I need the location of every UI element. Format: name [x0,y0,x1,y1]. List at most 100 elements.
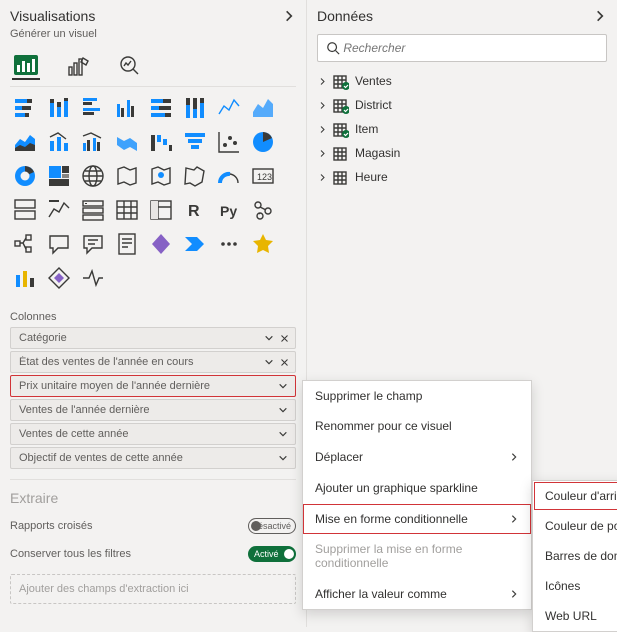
mi-move[interactable]: Déplacer [303,442,531,472]
table-item[interactable]: Heure [317,168,607,186]
format-visual-tab[interactable] [64,52,92,80]
viz-custom-2[interactable] [10,263,40,293]
build-visual-tab[interactable] [12,52,40,80]
field-label: Catégorie [19,332,261,344]
viz-decomposition-tree[interactable] [10,229,40,259]
search-input[interactable] [343,41,598,55]
viz-custom-3[interactable] [44,263,74,293]
field-context-menu: Supprimer le champ Renommer pour ce visu… [302,380,532,610]
field-pill[interactable]: État des ventes de l'année en cours [10,351,296,373]
viz-key-influencers[interactable] [248,195,278,225]
table-item[interactable]: Ventes [317,72,607,90]
table-icon [333,122,349,136]
viz-ribbon[interactable] [112,127,142,157]
search-box[interactable] [317,34,607,62]
viz-stacked-area[interactable] [10,127,40,157]
table-icon [333,146,349,160]
viz-waterfall[interactable] [146,127,176,157]
collapse-viz-icon[interactable] [282,9,296,23]
remove-field-icon[interactable] [277,358,291,367]
viz-kpi[interactable] [44,195,74,225]
mi-show-value-as[interactable]: Afficher la valeur comme [303,579,531,609]
viz-get-more[interactable] [214,229,244,259]
viz-power-automate[interactable] [180,229,210,259]
collapse-data-icon[interactable] [593,9,607,23]
chevron-right-icon [317,77,327,86]
viz-shape-map[interactable] [180,161,210,191]
data-pane-title: Données [317,8,373,24]
field-pill[interactable]: Catégorie [10,327,296,349]
field-pill[interactable]: Objectif de ventes de cette année [10,447,296,469]
table-item[interactable]: Item [317,120,607,138]
viz-pie[interactable] [248,127,278,157]
viz-power-apps[interactable] [146,229,176,259]
chevron-down-icon[interactable] [275,381,291,391]
mi-font-color[interactable]: Couleur de police [533,511,617,541]
chevron-down-icon[interactable] [261,333,277,343]
analytics-tab[interactable] [116,52,144,80]
viz-area[interactable] [248,93,278,123]
table-item[interactable]: Magasin [317,144,607,162]
viz-scatter[interactable] [214,127,244,157]
columns-well: Catégorie État des ventes de l'année en c… [10,327,296,469]
viz-stacked-bar[interactable] [10,93,40,123]
mi-rename[interactable]: Renommer pour ce visuel [303,411,531,441]
svg-text:R: R [188,203,200,220]
viz-python[interactable]: Py [214,195,244,225]
keep-filters-toggle[interactable]: Activé [248,546,296,562]
viz-slicer[interactable] [78,195,108,225]
table-name: Magasin [355,146,400,160]
viz-filled-map[interactable] [112,161,142,191]
table-icon [333,170,349,184]
mi-remove-field[interactable]: Supprimer le champ [303,381,531,411]
viz-custom-1[interactable] [248,229,278,259]
viz-qa[interactable] [44,229,74,259]
viz-azure-map[interactable] [146,161,176,191]
viz-donut[interactable] [10,161,40,191]
build-tabs [12,52,296,80]
viz-clustered-bar[interactable] [78,93,108,123]
mi-background-color[interactable]: Couleur d'arrière-plan [533,481,617,511]
viz-treemap[interactable] [44,161,74,191]
drillthrough-dropzone[interactable]: Ajouter des champs d'extraction ici [10,574,296,604]
viz-smart-narrative[interactable] [78,229,108,259]
viz-paginated-report[interactable] [112,229,142,259]
viz-card[interactable]: 123 [248,161,278,191]
viz-multirow-card[interactable] [10,195,40,225]
cross-report-toggle[interactable]: Désactivé [248,518,296,534]
mi-conditional-formatting[interactable]: Mise en forme conditionnelle [303,504,531,534]
chevron-down-icon[interactable] [275,453,291,463]
field-pill[interactable]: Prix unitaire moyen de l'année dernière [10,375,296,397]
field-pill[interactable]: Ventes de cette année [10,423,296,445]
viz-100-stacked-bar[interactable] [146,93,176,123]
chevron-down-icon[interactable] [275,405,291,415]
chevron-right-icon [317,125,327,134]
svg-text:123: 123 [257,172,272,182]
viz-stacked-column[interactable] [44,93,74,123]
chevron-right-icon [509,452,519,462]
viz-line-clustered-column[interactable] [78,127,108,157]
table-item[interactable]: District [317,96,607,114]
viz-gauge[interactable] [214,161,244,191]
viz-table[interactable] [112,195,142,225]
viz-map[interactable] [78,161,108,191]
viz-line[interactable] [214,93,244,123]
table-name: Heure [355,170,388,184]
viz-pane-title: Visualisations [10,8,95,24]
columns-label: Colonnes [10,311,296,323]
viz-r[interactable]: R [180,195,210,225]
chevron-right-icon [509,514,519,524]
chevron-down-icon[interactable] [261,357,277,367]
field-pill[interactable]: Ventes de l'année dernière [10,399,296,421]
chevron-down-icon[interactable] [275,429,291,439]
viz-custom-4[interactable] [78,263,108,293]
viz-line-stacked-column[interactable] [44,127,74,157]
mi-sparkline[interactable]: Ajouter un graphique sparkline [303,473,531,503]
mi-icons[interactable]: Icônes [533,571,617,601]
viz-100-stacked-column[interactable] [180,93,210,123]
viz-funnel[interactable] [180,127,210,157]
viz-clustered-column[interactable] [112,93,142,123]
viz-matrix[interactable] [146,195,176,225]
remove-field-icon[interactable] [277,334,291,343]
mi-data-bars[interactable]: Barres de données [533,541,617,571]
